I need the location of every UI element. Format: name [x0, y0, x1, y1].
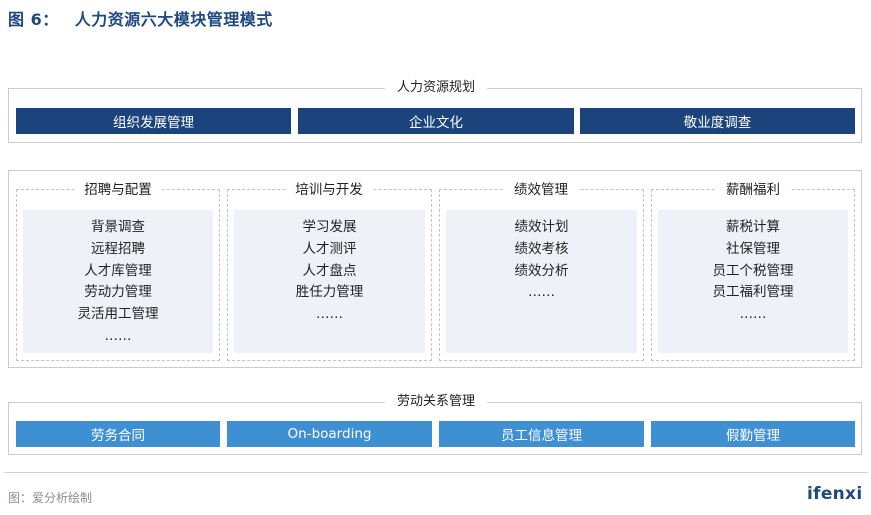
labor-label: 劳动关系管理	[384, 394, 488, 410]
module-item: 员工个税管理	[712, 262, 794, 279]
module-item: 背景调查	[91, 219, 145, 235]
module-panel-performance: 绩效计划 绩效考核 绩效分析 ……	[446, 210, 637, 353]
figure-title-text: 人力资源六大模块管理模式	[74, 10, 273, 29]
labor-item-employee-info: 员工信息管理	[439, 421, 644, 447]
module-item: 社保管理	[726, 240, 780, 257]
module-item-ellipsis: ……	[104, 327, 132, 344]
planning-item-org-development: 组织发展管理	[16, 108, 291, 134]
planning-label: 人力资源规划	[384, 80, 488, 96]
module-title-performance: 绩效管理	[504, 182, 578, 198]
module-item: 远程招聘	[91, 240, 145, 257]
module-item: 人才库管理	[84, 262, 152, 279]
module-item: 绩效分析	[514, 262, 569, 279]
source-note: 图：爱分析绘制	[8, 491, 93, 505]
module-panel-training: 学习发展 人才测评 人才盘点 胜任力管理 ……	[234, 210, 425, 353]
labor-item-onboarding: On-boarding	[227, 421, 432, 447]
module-title-compensation: 薪酬福利	[716, 182, 790, 198]
module-item: 胜任力管理	[295, 284, 364, 301]
module-item: 绩效计划	[514, 219, 569, 235]
module-item: 员工福利管理	[712, 284, 794, 301]
labor-item-attendance: 假勤管理	[651, 421, 855, 447]
module-item: 劳动力管理	[84, 284, 152, 301]
planning-item-culture: 企业文化	[298, 108, 574, 134]
module-item: 人才测评	[302, 240, 357, 257]
module-item-ellipsis: ……	[739, 306, 767, 323]
module-item: 绩效考核	[514, 240, 569, 257]
module-item: 人才盘点	[302, 262, 357, 279]
module-item: 灵活用工管理	[77, 306, 159, 323]
module-title-recruitment: 招聘与配置	[74, 182, 162, 198]
module-panel-compensation: 薪税计算 社保管理 员工个税管理 员工福利管理 ……	[658, 210, 848, 353]
labor-item-contract: 劳务合同	[16, 421, 220, 447]
module-item-ellipsis: ……	[528, 284, 555, 301]
ifenxi-logo: ifenxi	[807, 484, 863, 504]
module-title-training: 培训与开发	[285, 182, 373, 198]
module-item: 薪税计算	[726, 219, 780, 235]
module-item-ellipsis: ……	[316, 306, 343, 323]
figure-title: 图 6： 人力资源六大模块管理模式	[8, 6, 273, 30]
planning-item-engagement: 敬业度调查	[580, 108, 855, 134]
module-item: 学习发展	[302, 219, 357, 235]
module-panel-recruitment: 背景调查 远程招聘 人才库管理 劳动力管理 灵活用工管理 ……	[23, 210, 213, 353]
figure-number: 图 6：	[8, 10, 59, 29]
footer-divider	[4, 472, 868, 473]
